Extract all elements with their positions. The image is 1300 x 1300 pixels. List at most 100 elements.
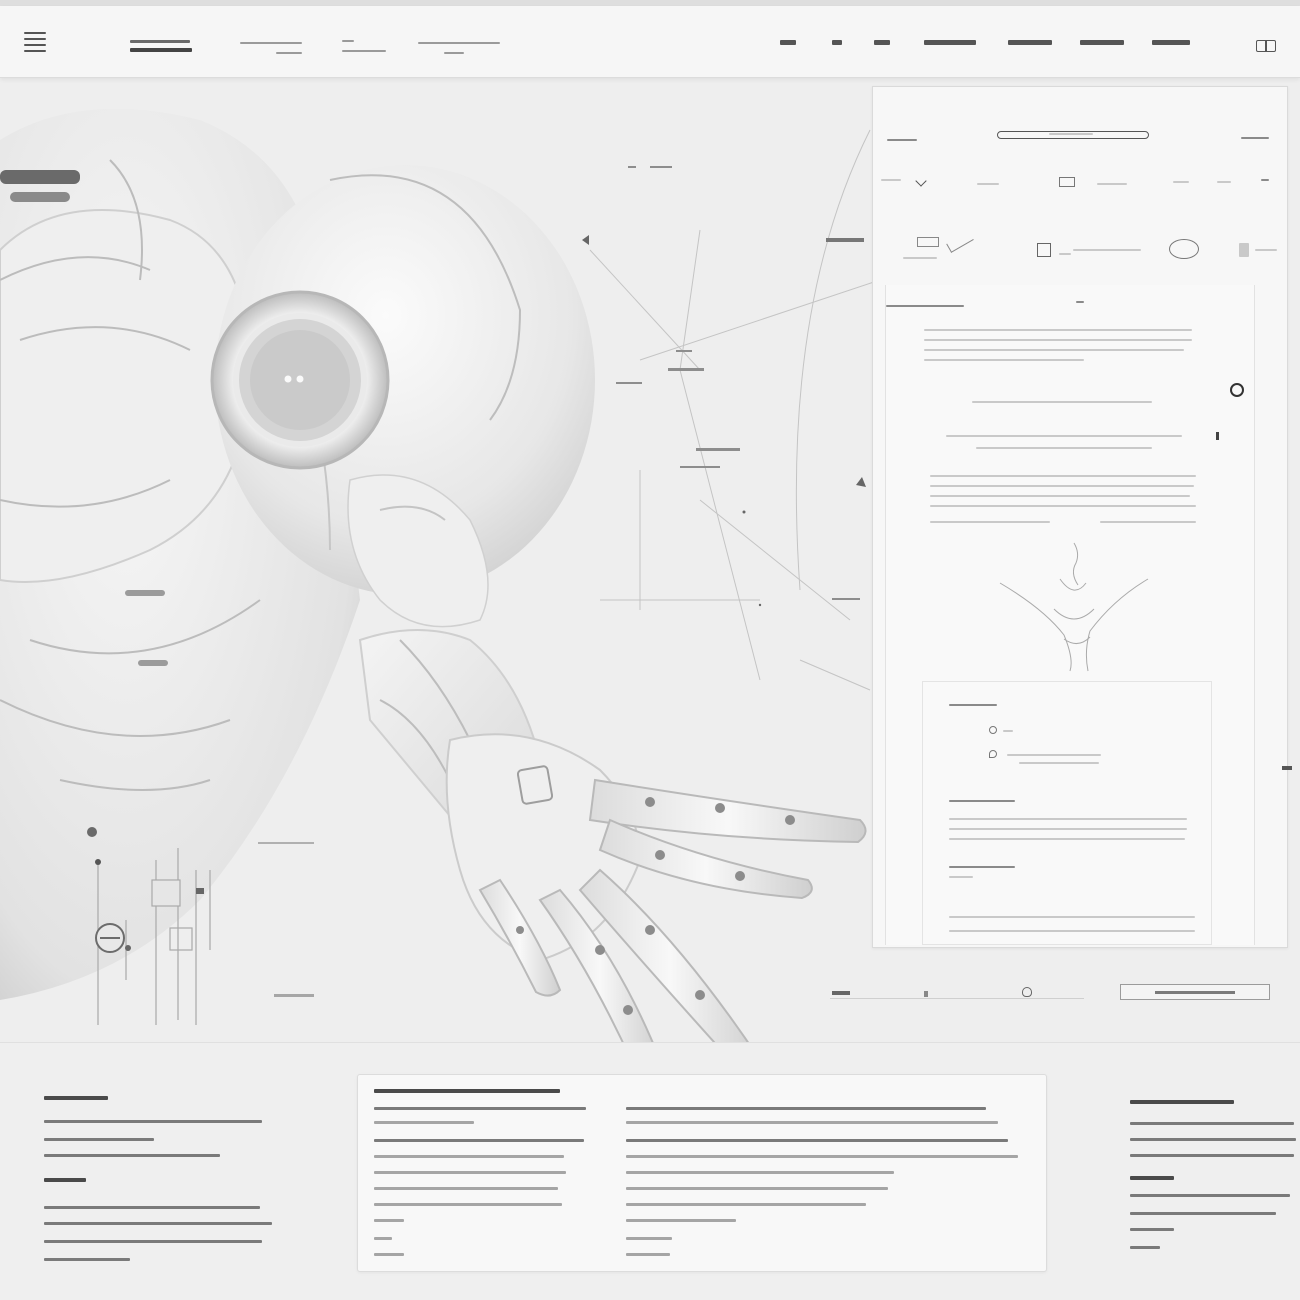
doc-paragraph-line: [930, 495, 1190, 497]
radio-option-label: [1003, 730, 1013, 732]
card-line: [626, 1219, 736, 1222]
card-line: [374, 1121, 474, 1124]
toolbar-item[interactable]: [881, 179, 901, 181]
footer-left-line: [44, 1154, 220, 1157]
header-meta-1: [240, 42, 302, 44]
nav-item-7[interactable]: [1152, 40, 1190, 45]
checkmark-icon[interactable]: [946, 231, 974, 253]
inner-card-text: [949, 828, 1187, 830]
action-button-label: [1155, 991, 1235, 994]
inner-card-note: [949, 876, 973, 878]
doc-paragraph-line: [924, 359, 1084, 361]
timeline-slider[interactable]: [830, 985, 1084, 999]
action-button[interactable]: [1120, 984, 1270, 1000]
card-line: [374, 1237, 392, 1240]
footer-left-line: [44, 1258, 130, 1261]
footer-right-line: [1130, 1154, 1294, 1157]
schematic-labels: [616, 166, 864, 600]
panel-widget-3-label: [1255, 249, 1277, 251]
card-line: [626, 1171, 894, 1174]
inner-card-title: [949, 704, 997, 706]
footer-left-line: [44, 1206, 260, 1209]
card-line: [626, 1139, 1008, 1142]
doc-quote: [976, 447, 1152, 449]
toolbar-item[interactable]: [1261, 179, 1269, 181]
radio-option-icon[interactable]: [989, 726, 997, 734]
schematic-lines: [589, 129, 880, 691]
doc-heading: [886, 305, 964, 307]
nav-item-5[interactable]: [1008, 40, 1052, 45]
card-line: [626, 1155, 1018, 1158]
footer-left-subheading: [44, 1178, 86, 1182]
toolbar-item[interactable]: [1097, 183, 1127, 185]
inner-card-text: [1007, 754, 1101, 756]
card-line: [626, 1203, 866, 1206]
doc-paragraph-line: [930, 485, 1194, 487]
header-meta-2b: [342, 50, 386, 52]
card-line: [374, 1171, 566, 1174]
footer-right-line: [1130, 1138, 1296, 1141]
slider-end-icon[interactable]: [1022, 987, 1032, 997]
doc-paragraph-line: [930, 505, 1196, 507]
nav-item-2[interactable]: [832, 40, 842, 45]
brand-logo-tagline: [130, 48, 192, 52]
inner-card-text: [1019, 762, 1099, 764]
toolbar-item[interactable]: [977, 183, 999, 185]
toolbar-item[interactable]: [1217, 181, 1231, 183]
doc-paragraph-line: [924, 339, 1192, 341]
nav-item-4[interactable]: [924, 40, 976, 45]
document-page: [885, 285, 1255, 945]
nav-item-1[interactable]: [780, 40, 796, 45]
slider-thumb[interactable]: [924, 991, 928, 997]
card-line: [374, 1253, 404, 1256]
panel-widget-3: [1239, 243, 1249, 257]
header-meta-3b: [444, 52, 464, 54]
schematic-markers: [582, 235, 866, 607]
nav-item-3[interactable]: [874, 40, 890, 45]
card-line: [626, 1187, 888, 1190]
doc-paragraph-line: [930, 521, 1050, 523]
book-icon[interactable]: [1256, 40, 1276, 52]
inner-card-footer: [949, 916, 1195, 918]
nav-item-6[interactable]: [1080, 40, 1124, 45]
hamburger-menu-icon[interactable]: [24, 32, 46, 52]
chevron-icon[interactable]: [915, 175, 927, 187]
card-heading: [374, 1089, 560, 1093]
card-line: [374, 1203, 562, 1206]
doc-paragraph-line: [924, 329, 1192, 331]
doc-heading-mark: [1076, 301, 1084, 303]
card-line: [374, 1219, 404, 1222]
footer-left-line: [44, 1120, 262, 1123]
panel-search-text: [1049, 133, 1093, 135]
footer-left-heading: [44, 1096, 108, 1100]
footer-right-subheading: [1130, 1176, 1174, 1180]
scroll-target-icon[interactable]: [1230, 383, 1244, 397]
card-line: [374, 1155, 564, 1158]
card-line: [374, 1107, 586, 1110]
doc-paragraph-line: [1100, 521, 1196, 523]
brand-logo[interactable]: [130, 40, 190, 43]
toolbar-item[interactable]: [1173, 181, 1189, 183]
doc-paragraph-line: [924, 349, 1184, 351]
doc-figure-sketch: [999, 542, 1149, 672]
doc-inner-card: [922, 681, 1212, 945]
panel-widget-1-label: [903, 257, 937, 259]
footer-left-line: [44, 1222, 272, 1225]
pin-icon[interactable]: [989, 750, 997, 758]
inner-card-text: [949, 838, 1185, 840]
document-panel: [872, 86, 1288, 948]
panel-label-right: [1241, 137, 1269, 139]
panel-widget-1[interactable]: [917, 237, 939, 247]
card-line: [626, 1107, 986, 1110]
target-icon[interactable]: [1169, 239, 1199, 259]
inner-card-text: [949, 818, 1187, 820]
card-line: [374, 1187, 558, 1190]
robot-illustration: [0, 108, 880, 1068]
footer-right-line: [1130, 1228, 1174, 1231]
nav-icon[interactable]: [1059, 177, 1075, 187]
footer-right-line: [1130, 1194, 1290, 1197]
footer-right-line: [1130, 1212, 1276, 1215]
scroll-indicator[interactable]: [1216, 432, 1219, 440]
panel-widget-2[interactable]: [1037, 243, 1051, 257]
doc-divider: [972, 401, 1152, 403]
